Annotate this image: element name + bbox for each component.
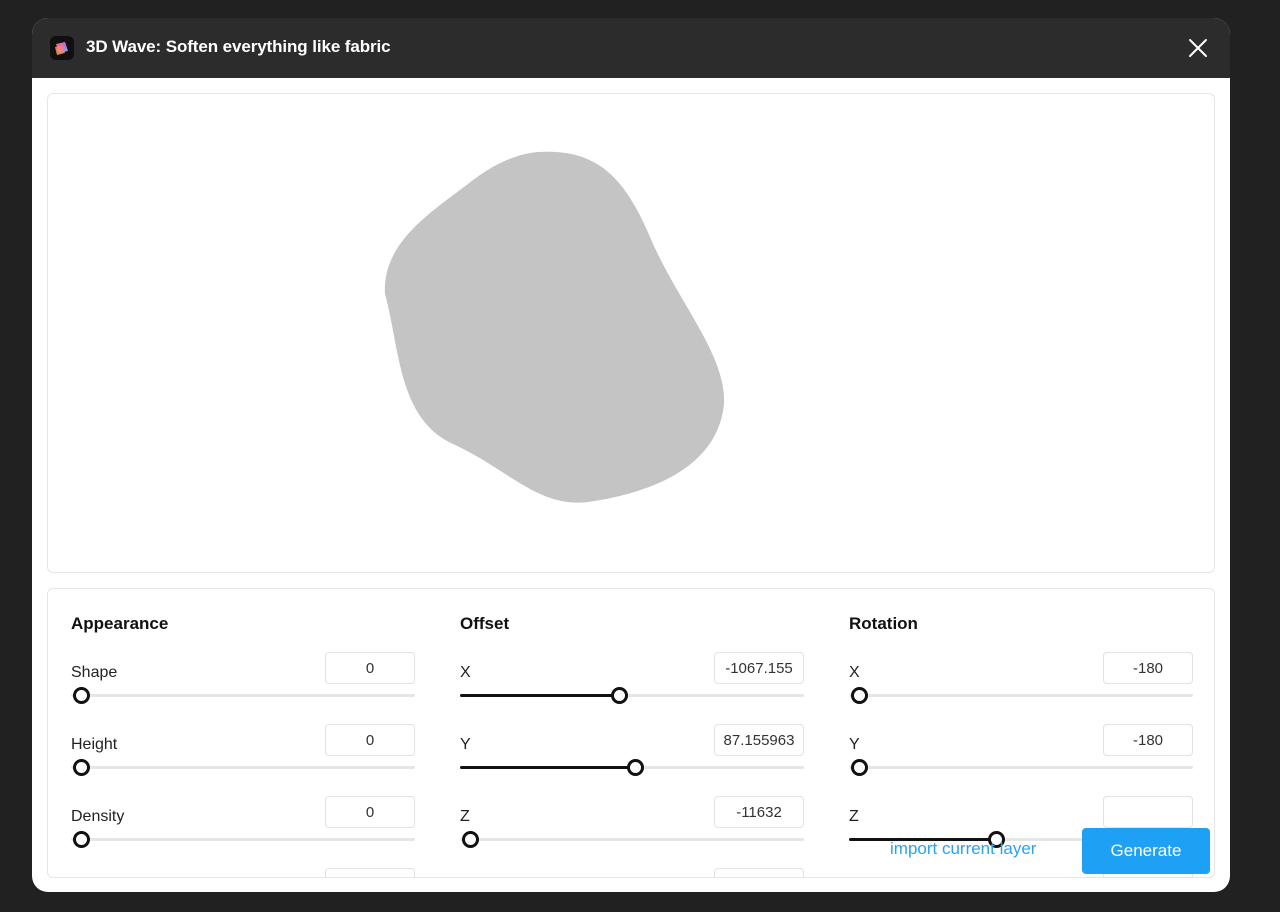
preview-svg [384, 151, 725, 503]
gradient-app-icon [50, 36, 74, 60]
plugin-dialog: 3D Wave: Soften everything like fabric A… [32, 18, 1230, 892]
slider-fill [460, 766, 633, 769]
appearance-shape-slider[interactable] [71, 686, 415, 704]
slider-track[interactable] [71, 838, 415, 841]
offset-x-input[interactable] [714, 652, 804, 684]
rotation-y-label: Y [849, 736, 860, 753]
dialog-title: 3D Wave: Soften everything like fabric [86, 37, 391, 56]
rotation-z-label: Z [849, 808, 859, 825]
appearance-height-slider[interactable] [71, 758, 415, 776]
title-bar: 3D Wave: Soften everything like fabric [32, 18, 1230, 78]
generate-button[interactable]: Generate [1082, 828, 1210, 874]
slider-track[interactable] [460, 838, 804, 841]
appearance-height-row: Height [71, 724, 415, 784]
rotation-y-slider[interactable] [849, 758, 1193, 776]
rotation-x-label: X [849, 664, 860, 681]
slider-thumb[interactable] [462, 831, 479, 848]
slider-track[interactable] [71, 766, 415, 769]
slider-thumb[interactable] [627, 759, 644, 776]
controls-panel: Appearance Shape Height Density Offset X Y Z Rot… [47, 588, 1215, 878]
offset-y-input[interactable] [714, 724, 804, 756]
rotation-x-row: X [849, 652, 1193, 712]
gray-blob [384, 151, 725, 503]
close-button[interactable] [1184, 34, 1212, 62]
slider-thumb[interactable] [851, 759, 868, 776]
slider-thumb[interactable] [73, 687, 90, 704]
appearance-height-label: Height [71, 736, 118, 753]
rotation-x-slider[interactable] [849, 686, 1193, 704]
offset-z-input[interactable] [714, 796, 804, 828]
rotation-y-input[interactable] [1103, 724, 1193, 756]
appearance-next-input[interactable] [325, 868, 415, 877]
offset-next-input[interactable] [714, 868, 804, 877]
rotation-x-input[interactable] [1103, 652, 1193, 684]
slider-track[interactable] [849, 694, 1193, 697]
offset-z-slider[interactable] [460, 830, 804, 848]
slider-thumb[interactable] [73, 831, 90, 848]
slider-track[interactable] [71, 694, 415, 697]
appearance-height-input[interactable] [325, 724, 415, 756]
offset-y-label: Y [460, 736, 471, 753]
appearance-shape-label: Shape [71, 664, 118, 681]
rotation-title: Rotation [849, 614, 918, 633]
appearance-shape-input[interactable] [325, 652, 415, 684]
offset-z-label: Z [460, 808, 470, 825]
slider-thumb[interactable] [73, 759, 90, 776]
appearance-title: Appearance [71, 614, 169, 633]
slider-thumb[interactable] [611, 687, 628, 704]
import-current-layer-link[interactable]: import current layer [890, 839, 1036, 859]
offset-x-slider[interactable] [460, 686, 804, 704]
rotation-y-row: Y [849, 724, 1193, 784]
appearance-shape-row: Shape [71, 652, 415, 712]
appearance-density-row: Density [71, 796, 415, 856]
appearance-group: Appearance Shape Height Density [71, 589, 415, 877]
appearance-density-input[interactable] [325, 796, 415, 828]
preview-canvas [47, 93, 1215, 573]
close-icon [1189, 39, 1207, 57]
offset-group: Offset X Y Z [460, 589, 804, 877]
appearance-density-label: Density [71, 808, 125, 825]
slider-thumb[interactable] [851, 687, 868, 704]
rotation-z-input[interactable] [1103, 796, 1193, 828]
offset-y-row: Y [460, 724, 804, 784]
offset-y-slider[interactable] [460, 758, 804, 776]
offset-z-row: Z [460, 796, 804, 856]
slider-fill [460, 694, 617, 697]
slider-track[interactable] [849, 766, 1193, 769]
offset-x-label: X [460, 664, 471, 681]
appearance-density-slider[interactable] [71, 830, 415, 848]
offset-title: Offset [460, 614, 510, 633]
offset-x-row: X [460, 652, 804, 712]
